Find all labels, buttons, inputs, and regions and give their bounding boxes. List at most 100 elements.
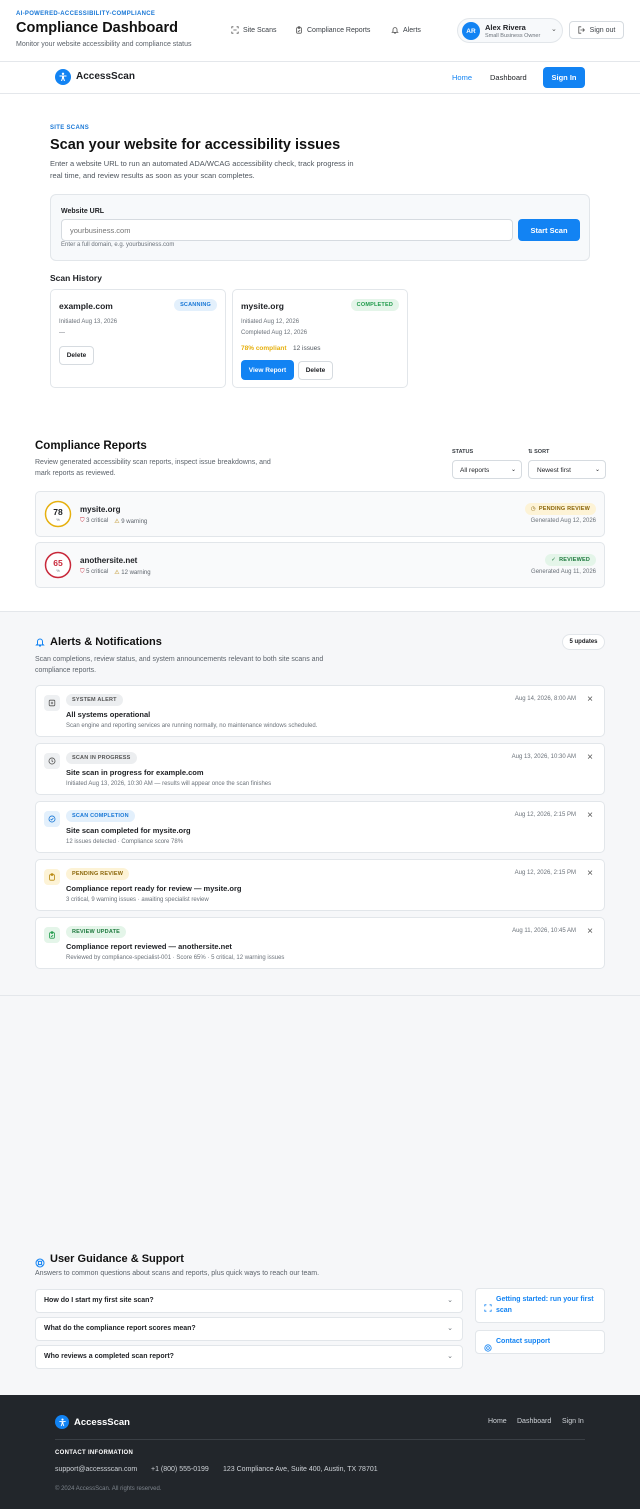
score-unit: %: [56, 568, 60, 573]
critical-count: ⛉ 5 critical: [80, 569, 108, 576]
alert-time: Aug 12, 2026, 2:15 PM: [514, 812, 576, 818]
warning-text: 9 warning: [121, 519, 148, 525]
contact-support-link[interactable]: Contact support: [475, 1330, 605, 1354]
report-row[interactable]: 78 % mysite.org ⛉ 3 critical ⚠ 9 warning…: [35, 491, 605, 537]
report-row[interactable]: 65 % anothersite.net ⛉ 5 critical ⚠ 12 w…: [35, 542, 605, 588]
bell-icon: [391, 27, 399, 34]
start-scan-button[interactable]: Start Scan: [518, 219, 580, 241]
clock-icon: ◷: [530, 506, 536, 512]
faq-question: Who reviews a completed scan report?: [44, 1353, 174, 1360]
nav-link-dashboard[interactable]: Dashboard: [490, 73, 527, 82]
scan-card: mysite.org COMPLETED Initiated Aug 12, 2…: [232, 289, 408, 388]
url-input[interactable]: [61, 219, 513, 241]
faq-item[interactable]: Who reviews a completed scan report? ⌄: [35, 1345, 463, 1369]
status-badge: COMPLETED: [350, 299, 399, 311]
close-icon[interactable]: ×: [587, 695, 593, 705]
clock-icon: [44, 753, 60, 769]
chevron-down-icon: ⌄: [447, 1353, 453, 1360]
updates-count-badge: 5 updates: [562, 634, 605, 650]
scan-icon: [231, 26, 239, 34]
alert-title: Site scan in progress for example.com: [66, 768, 204, 777]
alert-tag: REVIEW UPDATE: [66, 926, 127, 938]
header-eyebrow: AI-POWERED-ACCESSIBILITY-COMPLIANCE: [16, 11, 156, 17]
score-value: 78: [53, 507, 63, 517]
faq-item[interactable]: What do the compliance report scores mea…: [35, 1317, 463, 1341]
user-name: Alex Rivera: [485, 23, 526, 32]
avatar: AR: [462, 22, 480, 40]
chevron-down-icon: ⌄: [447, 1325, 453, 1332]
chevron-down-icon: ⌄: [510, 467, 516, 473]
alert-title: Compliance report reviewed — anothersite…: [66, 942, 232, 951]
report-domain: mysite.org: [80, 505, 121, 514]
alert-item[interactable]: PENDING REVIEW Compliance report ready f…: [35, 859, 605, 911]
sign-in-button[interactable]: Sign In: [543, 67, 585, 88]
tab-site-scans[interactable]: Site Scans: [231, 26, 276, 34]
footer-link-home[interactable]: Home: [488, 1418, 507, 1425]
contact-email[interactable]: support@accessscan.com: [55, 1466, 137, 1473]
close-icon[interactable]: ×: [587, 811, 593, 821]
chevron-down-icon: ⌄: [551, 26, 557, 33]
faq-item[interactable]: How do I start my first site scan? ⌄: [35, 1289, 463, 1313]
alert-subtitle: Reviewed by compliance-specialist-001 · …: [66, 955, 285, 961]
page-title: Compliance Dashboard: [16, 20, 178, 36]
scan-domain: example.com: [59, 301, 113, 311]
scan-initiated: Initiated Aug 12, 2026: [241, 319, 300, 325]
guidance-section: User Guidance & Support Answers to commo…: [0, 996, 640, 1395]
scan-icon: [484, 1299, 492, 1317]
scan-title: Scan your website for accessibility issu…: [50, 137, 341, 153]
history-title: Scan History: [50, 273, 102, 283]
scan-card: example.com SCANNING Initiated Aug 13, 2…: [50, 289, 226, 388]
tab-label: Compliance Reports: [307, 26, 371, 34]
sign-out-button[interactable]: Sign out: [569, 21, 624, 39]
score-ring: 78 %: [44, 500, 72, 528]
getting-started-link[interactable]: Getting started: run your first scan: [475, 1288, 605, 1323]
alert-subtitle: 12 issues detected · Compliance score 78…: [66, 839, 184, 845]
close-icon[interactable]: ×: [587, 869, 593, 879]
view-report-button[interactable]: View Report: [241, 360, 294, 380]
alert-title: All systems operational: [66, 710, 151, 719]
lifebuoy-icon: [484, 1339, 492, 1357]
alert-item[interactable]: SCAN COMPLETION Site scan completed for …: [35, 801, 605, 853]
close-icon[interactable]: ×: [587, 753, 593, 763]
generated-date: Generated Aug 11, 2026: [531, 569, 596, 575]
alert-subtitle: Scan engine and reporting services are r…: [66, 723, 318, 729]
brand-name: AccessScan: [76, 71, 135, 82]
nav-link-home[interactable]: Home: [452, 73, 472, 82]
critical-count: ⛉ 3 critical: [80, 518, 108, 525]
alert-tag: PENDING REVIEW: [66, 868, 130, 880]
sort-select[interactable]: Newest first ⌄: [528, 460, 606, 479]
delete-button[interactable]: Delete: [298, 361, 333, 380]
sort-label: ⇅ SORT: [528, 449, 549, 455]
generated-date: Generated Aug 12, 2026: [530, 518, 596, 524]
close-icon[interactable]: ×: [587, 927, 593, 937]
section-eyebrow: SITE SCANS: [50, 125, 90, 131]
delete-button[interactable]: Delete: [59, 346, 94, 365]
sign-out-label: Sign out: [589, 26, 616, 34]
alerts-description: Scan completions, review status, and sys…: [35, 656, 324, 674]
alert-item[interactable]: SYSTEM ALERT All systems operational Sca…: [35, 685, 605, 737]
url-label: Website URL: [61, 208, 105, 215]
alert-tag: SCAN COMPLETION: [66, 810, 135, 822]
site-scans-section: SITE SCANS Scan your website for accessi…: [0, 94, 640, 411]
footer-link-signin[interactable]: Sign In: [562, 1418, 584, 1425]
getting-started-text: Getting started: run your first scan: [496, 1296, 594, 1314]
alert-time: Aug 13, 2026, 10:30 AM: [511, 754, 576, 760]
user-menu[interactable]: AR Alex Rivera Small Business Owner ⌄: [457, 18, 563, 43]
alert-item[interactable]: REVIEW UPDATE Compliance report reviewed…: [35, 917, 605, 969]
alert-item[interactable]: SCAN IN PROGRESS Site scan in progress f…: [35, 743, 605, 795]
contact-phone[interactable]: +1 (800) 555-0199: [151, 1466, 209, 1473]
warning-text: 12 warning: [121, 570, 151, 576]
alerts-section: Alerts & Notifications Scan completions,…: [0, 611, 640, 996]
check-circle-icon: ✓: [551, 557, 557, 563]
report-issues: ⛉ 5 critical ⚠ 12 warning: [80, 569, 151, 576]
alert-title: Site scan completed for mysite.org: [66, 826, 191, 835]
warning-count: ⚠ 9 warning: [114, 518, 147, 525]
status-filter-select[interactable]: All reports ⌄: [452, 460, 522, 479]
accessibility-logo-icon: [55, 1415, 69, 1429]
badge-text: PENDING REVIEW: [538, 506, 590, 512]
user-role: Small Business Owner: [485, 33, 541, 39]
tab-alerts[interactable]: Alerts: [391, 26, 421, 34]
footer-link-dashboard[interactable]: Dashboard: [517, 1418, 551, 1425]
tab-compliance-reports[interactable]: Compliance Reports: [295, 26, 370, 34]
footer-brand: AccessScan: [74, 1417, 130, 1428]
